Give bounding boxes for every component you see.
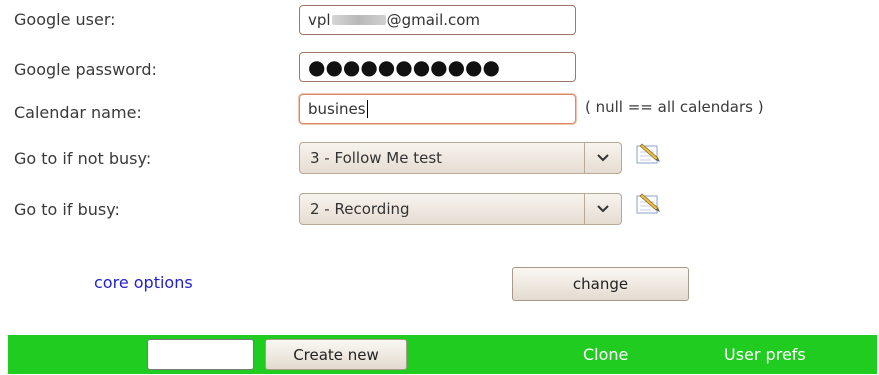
edit-destination-icon[interactable] — [634, 142, 662, 166]
change-button[interactable]: change — [512, 267, 689, 301]
text-caret — [366, 100, 368, 118]
create-new-button[interactable]: Create new — [265, 339, 407, 370]
google-user-input[interactable]: vpl @gmail.com — [299, 5, 576, 35]
goto-busy-label: Go to if busy: — [14, 200, 120, 219]
google-user-value-suffix: @gmail.com — [386, 11, 481, 29]
user-prefs-link[interactable]: User prefs — [724, 345, 806, 364]
calendar-name-label: Calendar name: — [14, 103, 142, 122]
calendar-name-input[interactable]: busines — [299, 94, 576, 124]
goto-busy-select[interactable]: 2 - Recording — [299, 193, 622, 225]
google-user-value-prefix: vpl — [308, 11, 331, 29]
clone-link[interactable]: Clone — [583, 345, 628, 364]
calendar-name-value: busines — [308, 100, 366, 118]
google-password-input[interactable]: ●●●●●●●●●●● — [299, 52, 576, 82]
chevron-down-icon[interactable] — [584, 194, 621, 224]
google-password-label: Google password: — [14, 60, 157, 79]
footer-bar: Create new Clone User prefs — [8, 335, 877, 374]
password-dots: ●●●●●●●●●●● — [308, 55, 500, 79]
edit-destination-icon[interactable] — [634, 192, 662, 216]
core-options-link[interactable]: core options — [94, 273, 193, 292]
google-user-label: Google user: — [14, 10, 116, 29]
chevron-down-icon[interactable] — [584, 143, 621, 173]
goto-busy-selected: 2 - Recording — [310, 200, 410, 218]
calendar-name-hint: ( null == all calendars ) — [585, 98, 764, 116]
goto-not-busy-selected: 3 - Follow Me test — [310, 149, 443, 167]
new-item-name-input[interactable] — [147, 339, 254, 370]
redacted-email-blur — [331, 15, 386, 25]
goto-not-busy-select[interactable]: 3 - Follow Me test — [299, 142, 622, 174]
goto-not-busy-label: Go to if not busy: — [14, 149, 152, 168]
